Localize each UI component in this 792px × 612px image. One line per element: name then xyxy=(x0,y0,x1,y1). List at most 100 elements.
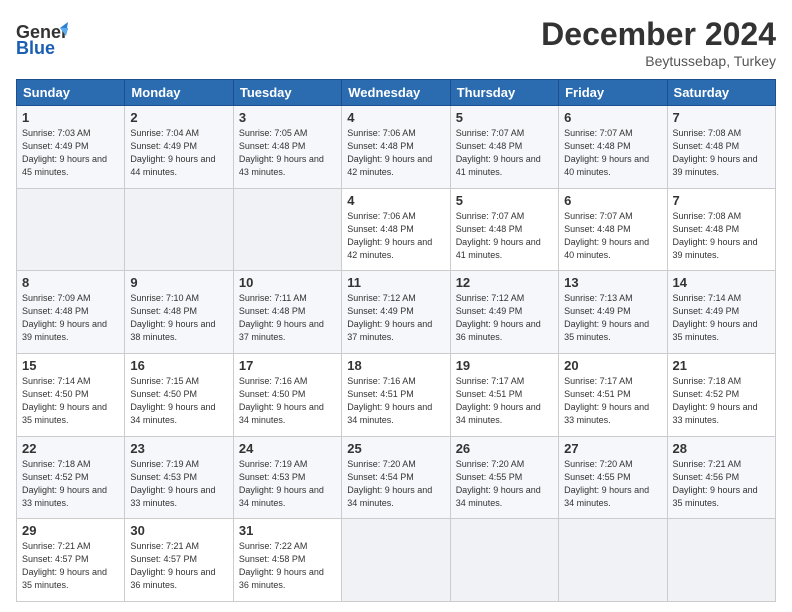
table-row: 11Sunrise: 7:12 AMSunset: 4:49 PMDayligh… xyxy=(342,271,450,354)
day-info: Sunrise: 7:18 AMSunset: 4:52 PMDaylight:… xyxy=(673,375,770,427)
table-row: 8 Sunrise: 7:09 AMSunset: 4:48 PMDaylight… xyxy=(17,271,125,354)
table-row: 20Sunrise: 7:17 AMSunset: 4:51 PMDayligh… xyxy=(559,353,667,436)
day-number: 3 xyxy=(239,110,336,125)
day-number: 21 xyxy=(673,358,770,373)
day-info: Sunrise: 7:22 AMSunset: 4:58 PMDaylight:… xyxy=(239,540,336,592)
table-row: 1Sunrise: 7:03 AMSunset: 4:49 PMDaylight… xyxy=(17,106,125,189)
table-row xyxy=(233,188,341,271)
day-number: 17 xyxy=(239,358,336,373)
day-info: Sunrise: 7:12 AMSunset: 4:49 PMDaylight:… xyxy=(456,292,553,344)
day-info: Sunrise: 7:16 AMSunset: 4:50 PMDaylight:… xyxy=(239,375,336,427)
day-info: Sunrise: 7:09 AMSunset: 4:48 PMDaylight:… xyxy=(22,292,119,344)
day-info: Sunrise: 7:16 AMSunset: 4:51 PMDaylight:… xyxy=(347,375,444,427)
table-row: 12 Sunrise: 7:12 AMSunset: 4:49 PMDayligh… xyxy=(450,271,558,354)
table-row: 7 Sunrise: 7:08 AMSunset: 4:48 PMDaylight… xyxy=(667,188,775,271)
table-row: 4Sunrise: 7:06 AMSunset: 4:48 PMDaylight… xyxy=(342,188,450,271)
calendar-week-row: 4Sunrise: 7:06 AMSunset: 4:48 PMDaylight… xyxy=(17,188,776,271)
day-number: 9 xyxy=(130,275,227,290)
calendar-week-row: 22Sunrise: 7:18 AMSunset: 4:52 PMDayligh… xyxy=(17,436,776,519)
day-info: Sunrise: 7:08 AMSunset: 4:48 PMDaylight:… xyxy=(673,210,770,262)
table-row xyxy=(125,188,233,271)
day-number: 15 xyxy=(22,358,119,373)
table-row: 10 Sunrise: 7:11 AMSunset: 4:48 PMDayligh… xyxy=(233,271,341,354)
calendar-week-row: 15Sunrise: 7:14 AMSunset: 4:50 PMDayligh… xyxy=(17,353,776,436)
calendar-table: Sunday Monday Tuesday Wednesday Thursday… xyxy=(16,79,776,602)
table-row: 14Sunrise: 7:14 AMSunset: 4:49 PMDayligh… xyxy=(667,271,775,354)
day-number: 26 xyxy=(456,441,553,456)
day-info: Sunrise: 7:06 AMSunset: 4:48 PMDaylight:… xyxy=(347,127,444,179)
day-info: Sunrise: 7:13 AMSunset: 4:49 PMDaylight:… xyxy=(564,292,661,344)
col-saturday: Saturday xyxy=(667,80,775,106)
day-info: Sunrise: 7:07 AMSunset: 4:48 PMDaylight:… xyxy=(456,210,553,262)
day-number: 10 xyxy=(239,275,336,290)
table-row: 9Sunrise: 7:10 AMSunset: 4:48 PMDaylight… xyxy=(125,271,233,354)
page: General Blue December 2024 Beytussebap, … xyxy=(0,0,792,612)
table-row: 5Sunrise: 7:07 AMSunset: 4:48 PMDaylight… xyxy=(450,106,558,189)
day-info: Sunrise: 7:04 AMSunset: 4:49 PMDaylight:… xyxy=(130,127,227,179)
title-block: December 2024 Beytussebap, Turkey xyxy=(541,16,776,69)
col-tuesday: Tuesday xyxy=(233,80,341,106)
col-friday: Friday xyxy=(559,80,667,106)
day-number: 2 xyxy=(130,110,227,125)
day-number: 11 xyxy=(347,275,444,290)
day-number: 7 xyxy=(673,193,770,208)
day-number: 27 xyxy=(564,441,661,456)
day-number: 30 xyxy=(130,523,227,538)
day-info: Sunrise: 7:05 AMSunset: 4:48 PMDaylight:… xyxy=(239,127,336,179)
day-number: 29 xyxy=(22,523,119,538)
table-row: 21 Sunrise: 7:18 AMSunset: 4:52 PMDayligh… xyxy=(667,353,775,436)
col-sunday: Sunday xyxy=(17,80,125,106)
day-info: Sunrise: 7:19 AMSunset: 4:53 PMDaylight:… xyxy=(239,458,336,510)
day-number: 31 xyxy=(239,523,336,538)
day-number: 16 xyxy=(130,358,227,373)
day-info: Sunrise: 7:17 AMSunset: 4:51 PMDaylight:… xyxy=(456,375,553,427)
day-number: 14 xyxy=(673,275,770,290)
day-info: Sunrise: 7:19 AMSunset: 4:53 PMDaylight:… xyxy=(130,458,227,510)
calendar-week-row: 29 Sunrise: 7:21 AMSunset: 4:57 PMDayligh… xyxy=(17,519,776,602)
calendar-header-row: Sunday Monday Tuesday Wednesday Thursday… xyxy=(17,80,776,106)
day-info: Sunrise: 7:07 AMSunset: 4:48 PMDaylight:… xyxy=(564,210,661,262)
day-number: 8 xyxy=(22,275,119,290)
day-info: Sunrise: 7:03 AMSunset: 4:49 PMDaylight:… xyxy=(22,127,119,179)
table-row: 24 Sunrise: 7:19 AMSunset: 4:53 PMDayligh… xyxy=(233,436,341,519)
header: General Blue December 2024 Beytussebap, … xyxy=(16,16,776,69)
calendar-week-row: 1Sunrise: 7:03 AMSunset: 4:49 PMDaylight… xyxy=(17,106,776,189)
table-row: 30Sunrise: 7:21 AMSunset: 4:57 PMDayligh… xyxy=(125,519,233,602)
day-number: 24 xyxy=(239,441,336,456)
table-row: 6 Sunrise: 7:07 AMSunset: 4:48 PMDaylight… xyxy=(559,188,667,271)
day-info: Sunrise: 7:20 AMSunset: 4:55 PMDaylight:… xyxy=(564,458,661,510)
day-info: Sunrise: 7:20 AMSunset: 4:55 PMDaylight:… xyxy=(456,458,553,510)
month-title: December 2024 xyxy=(541,16,776,53)
table-row: 25Sunrise: 7:20 AMSunset: 4:54 PMDayligh… xyxy=(342,436,450,519)
day-info: Sunrise: 7:17 AMSunset: 4:51 PMDaylight:… xyxy=(564,375,661,427)
day-number: 22 xyxy=(22,441,119,456)
table-row: 17 Sunrise: 7:16 AMSunset: 4:50 PMDayligh… xyxy=(233,353,341,436)
table-row xyxy=(342,519,450,602)
table-row: 3 Sunrise: 7:05 AMSunset: 4:48 PMDaylight… xyxy=(233,106,341,189)
col-wednesday: Wednesday xyxy=(342,80,450,106)
day-info: Sunrise: 7:21 AMSunset: 4:57 PMDaylight:… xyxy=(22,540,119,592)
table-row xyxy=(17,188,125,271)
table-row xyxy=(667,519,775,602)
table-row: 16Sunrise: 7:15 AMSunset: 4:50 PMDayligh… xyxy=(125,353,233,436)
table-row: 2 Sunrise: 7:04 AMSunset: 4:49 PMDaylight… xyxy=(125,106,233,189)
location: Beytussebap, Turkey xyxy=(541,53,776,69)
table-row: 15Sunrise: 7:14 AMSunset: 4:50 PMDayligh… xyxy=(17,353,125,436)
table-row xyxy=(450,519,558,602)
table-row: 28Sunrise: 7:21 AMSunset: 4:56 PMDayligh… xyxy=(667,436,775,519)
day-number: 28 xyxy=(673,441,770,456)
day-number: 25 xyxy=(347,441,444,456)
table-row: 7Sunrise: 7:08 AMSunset: 4:48 PMDaylight… xyxy=(667,106,775,189)
day-number: 12 xyxy=(456,275,553,290)
day-number: 5 xyxy=(456,193,553,208)
day-info: Sunrise: 7:07 AMSunset: 4:48 PMDaylight:… xyxy=(564,127,661,179)
day-number: 6 xyxy=(564,193,661,208)
calendar-week-row: 8 Sunrise: 7:09 AMSunset: 4:48 PMDaylight… xyxy=(17,271,776,354)
day-number: 5 xyxy=(456,110,553,125)
day-info: Sunrise: 7:11 AMSunset: 4:48 PMDaylight:… xyxy=(239,292,336,344)
table-row: 31 Sunrise: 7:22 AMSunset: 4:58 PMDayligh… xyxy=(233,519,341,602)
table-row: 13Sunrise: 7:13 AMSunset: 4:49 PMDayligh… xyxy=(559,271,667,354)
table-row: 26 Sunrise: 7:20 AMSunset: 4:55 PMDayligh… xyxy=(450,436,558,519)
svg-text:Blue: Blue xyxy=(16,38,55,58)
table-row: 19Sunrise: 7:17 AMSunset: 4:51 PMDayligh… xyxy=(450,353,558,436)
